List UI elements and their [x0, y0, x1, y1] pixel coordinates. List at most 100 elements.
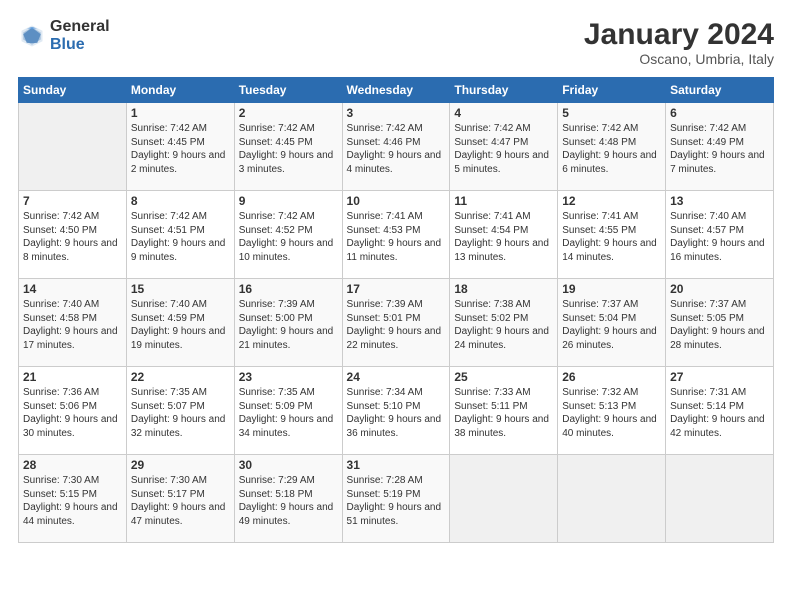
day-info: Sunrise: 7:40 AMSunset: 4:57 PMDaylight:… — [670, 211, 765, 263]
day-info: Sunrise: 7:42 AMSunset: 4:49 PMDaylight:… — [670, 123, 765, 175]
day-number: 13 — [670, 194, 769, 208]
day-cell: 4 Sunrise: 7:42 AMSunset: 4:47 PMDayligh… — [450, 103, 558, 191]
week-row-4: 21 Sunrise: 7:36 AMSunset: 5:06 PMDaylig… — [19, 367, 774, 455]
day-number: 7 — [23, 194, 122, 208]
day-info: Sunrise: 7:40 AMSunset: 4:58 PMDaylight:… — [23, 299, 118, 351]
day-number: 12 — [562, 194, 661, 208]
day-cell: 20 Sunrise: 7:37 AMSunset: 5:05 PMDaylig… — [666, 279, 774, 367]
day-cell: 31 Sunrise: 7:28 AMSunset: 5:19 PMDaylig… — [342, 455, 450, 543]
day-cell: 23 Sunrise: 7:35 AMSunset: 5:09 PMDaylig… — [234, 367, 342, 455]
day-cell: 24 Sunrise: 7:34 AMSunset: 5:10 PMDaylig… — [342, 367, 450, 455]
title-block: January 2024 Oscano, Umbria, Italy — [584, 18, 774, 67]
day-info: Sunrise: 7:38 AMSunset: 5:02 PMDaylight:… — [454, 299, 549, 351]
day-cell — [558, 455, 666, 543]
day-number: 26 — [562, 370, 661, 384]
day-cell: 18 Sunrise: 7:38 AMSunset: 5:02 PMDaylig… — [450, 279, 558, 367]
day-info: Sunrise: 7:37 AMSunset: 5:05 PMDaylight:… — [670, 299, 765, 351]
day-number: 15 — [131, 282, 230, 296]
day-cell: 8 Sunrise: 7:42 AMSunset: 4:51 PMDayligh… — [126, 191, 234, 279]
day-info: Sunrise: 7:42 AMSunset: 4:45 PMDaylight:… — [239, 123, 334, 175]
weekday-tuesday: Tuesday — [234, 78, 342, 103]
day-info: Sunrise: 7:36 AMSunset: 5:06 PMDaylight:… — [23, 387, 118, 439]
day-cell: 12 Sunrise: 7:41 AMSunset: 4:55 PMDaylig… — [558, 191, 666, 279]
day-number: 14 — [23, 282, 122, 296]
day-info: Sunrise: 7:42 AMSunset: 4:51 PMDaylight:… — [131, 211, 226, 263]
day-number: 9 — [239, 194, 338, 208]
logo-general: General — [50, 18, 110, 36]
day-info: Sunrise: 7:33 AMSunset: 5:11 PMDaylight:… — [454, 387, 549, 439]
day-cell: 21 Sunrise: 7:36 AMSunset: 5:06 PMDaylig… — [19, 367, 127, 455]
day-number: 21 — [23, 370, 122, 384]
day-number: 16 — [239, 282, 338, 296]
day-number: 6 — [670, 106, 769, 120]
logo-text: General Blue — [50, 18, 110, 53]
day-cell: 25 Sunrise: 7:33 AMSunset: 5:11 PMDaylig… — [450, 367, 558, 455]
weekday-sunday: Sunday — [19, 78, 127, 103]
day-number: 19 — [562, 282, 661, 296]
day-cell: 29 Sunrise: 7:30 AMSunset: 5:17 PMDaylig… — [126, 455, 234, 543]
day-cell: 19 Sunrise: 7:37 AMSunset: 5:04 PMDaylig… — [558, 279, 666, 367]
page: General Blue January 2024 Oscano, Umbria… — [0, 0, 792, 612]
day-number: 31 — [347, 458, 446, 472]
day-cell: 14 Sunrise: 7:40 AMSunset: 4:58 PMDaylig… — [19, 279, 127, 367]
day-info: Sunrise: 7:32 AMSunset: 5:13 PMDaylight:… — [562, 387, 657, 439]
day-number: 27 — [670, 370, 769, 384]
day-cell: 3 Sunrise: 7:42 AMSunset: 4:46 PMDayligh… — [342, 103, 450, 191]
day-cell — [666, 455, 774, 543]
day-cell: 10 Sunrise: 7:41 AMSunset: 4:53 PMDaylig… — [342, 191, 450, 279]
day-number: 22 — [131, 370, 230, 384]
day-cell: 7 Sunrise: 7:42 AMSunset: 4:50 PMDayligh… — [19, 191, 127, 279]
day-info: Sunrise: 7:42 AMSunset: 4:47 PMDaylight:… — [454, 123, 549, 175]
weekday-saturday: Saturday — [666, 78, 774, 103]
day-cell: 15 Sunrise: 7:40 AMSunset: 4:59 PMDaylig… — [126, 279, 234, 367]
day-info: Sunrise: 7:35 AMSunset: 5:09 PMDaylight:… — [239, 387, 334, 439]
day-cell: 13 Sunrise: 7:40 AMSunset: 4:57 PMDaylig… — [666, 191, 774, 279]
day-info: Sunrise: 7:39 AMSunset: 5:01 PMDaylight:… — [347, 299, 442, 351]
day-cell — [450, 455, 558, 543]
day-number: 28 — [23, 458, 122, 472]
day-cell: 6 Sunrise: 7:42 AMSunset: 4:49 PMDayligh… — [666, 103, 774, 191]
weekday-header-row: SundayMondayTuesdayWednesdayThursdayFrid… — [19, 78, 774, 103]
day-info: Sunrise: 7:41 AMSunset: 4:54 PMDaylight:… — [454, 211, 549, 263]
day-info: Sunrise: 7:42 AMSunset: 4:46 PMDaylight:… — [347, 123, 442, 175]
day-number: 2 — [239, 106, 338, 120]
day-cell: 17 Sunrise: 7:39 AMSunset: 5:01 PMDaylig… — [342, 279, 450, 367]
day-number: 1 — [131, 106, 230, 120]
day-info: Sunrise: 7:28 AMSunset: 5:19 PMDaylight:… — [347, 475, 442, 527]
day-cell: 2 Sunrise: 7:42 AMSunset: 4:45 PMDayligh… — [234, 103, 342, 191]
week-row-1: 1 Sunrise: 7:42 AMSunset: 4:45 PMDayligh… — [19, 103, 774, 191]
day-cell: 1 Sunrise: 7:42 AMSunset: 4:45 PMDayligh… — [126, 103, 234, 191]
day-number: 10 — [347, 194, 446, 208]
weekday-thursday: Thursday — [450, 78, 558, 103]
day-number: 20 — [670, 282, 769, 296]
day-cell: 27 Sunrise: 7:31 AMSunset: 5:14 PMDaylig… — [666, 367, 774, 455]
day-info: Sunrise: 7:42 AMSunset: 4:52 PMDaylight:… — [239, 211, 334, 263]
day-info: Sunrise: 7:34 AMSunset: 5:10 PMDaylight:… — [347, 387, 442, 439]
weekday-monday: Monday — [126, 78, 234, 103]
week-row-5: 28 Sunrise: 7:30 AMSunset: 5:15 PMDaylig… — [19, 455, 774, 543]
day-info: Sunrise: 7:29 AMSunset: 5:18 PMDaylight:… — [239, 475, 334, 527]
logo-blue: Blue — [50, 36, 110, 54]
subtitle: Oscano, Umbria, Italy — [584, 51, 774, 67]
day-number: 8 — [131, 194, 230, 208]
day-info: Sunrise: 7:31 AMSunset: 5:14 PMDaylight:… — [670, 387, 765, 439]
day-number: 3 — [347, 106, 446, 120]
day-number: 23 — [239, 370, 338, 384]
day-cell: 16 Sunrise: 7:39 AMSunset: 5:00 PMDaylig… — [234, 279, 342, 367]
day-cell: 5 Sunrise: 7:42 AMSunset: 4:48 PMDayligh… — [558, 103, 666, 191]
day-number: 30 — [239, 458, 338, 472]
logo: General Blue — [18, 18, 110, 53]
week-row-3: 14 Sunrise: 7:40 AMSunset: 4:58 PMDaylig… — [19, 279, 774, 367]
day-info: Sunrise: 7:39 AMSunset: 5:00 PMDaylight:… — [239, 299, 334, 351]
day-info: Sunrise: 7:37 AMSunset: 5:04 PMDaylight:… — [562, 299, 657, 351]
day-info: Sunrise: 7:42 AMSunset: 4:45 PMDaylight:… — [131, 123, 226, 175]
day-info: Sunrise: 7:30 AMSunset: 5:17 PMDaylight:… — [131, 475, 226, 527]
day-info: Sunrise: 7:40 AMSunset: 4:59 PMDaylight:… — [131, 299, 226, 351]
day-cell — [19, 103, 127, 191]
day-info: Sunrise: 7:41 AMSunset: 4:55 PMDaylight:… — [562, 211, 657, 263]
day-number: 29 — [131, 458, 230, 472]
day-cell: 9 Sunrise: 7:42 AMSunset: 4:52 PMDayligh… — [234, 191, 342, 279]
day-cell: 30 Sunrise: 7:29 AMSunset: 5:18 PMDaylig… — [234, 455, 342, 543]
week-row-2: 7 Sunrise: 7:42 AMSunset: 4:50 PMDayligh… — [19, 191, 774, 279]
header: General Blue January 2024 Oscano, Umbria… — [18, 18, 774, 67]
